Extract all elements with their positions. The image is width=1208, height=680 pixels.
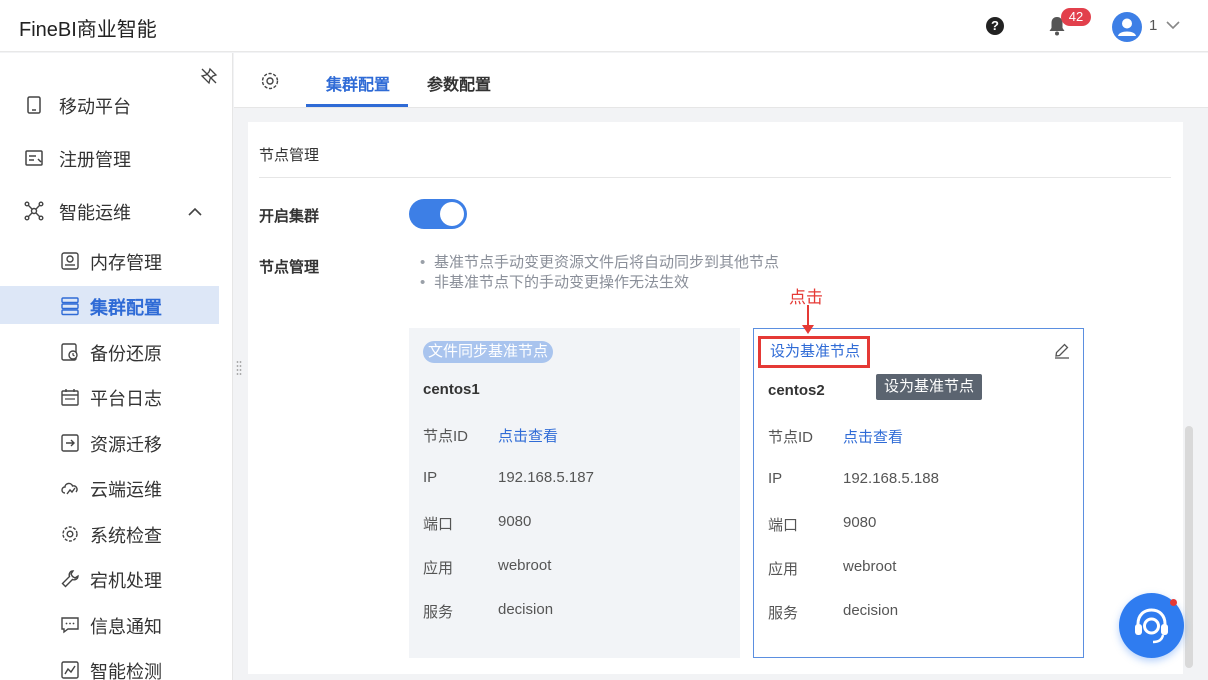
field-key: 服务 <box>423 604 454 621</box>
field-key: 应用 <box>423 560 454 577</box>
sidebar-item-backup-restore[interactable]: 备份还原 <box>0 332 219 370</box>
sidebar-item-label: 云端运维 <box>90 480 162 500</box>
sidebar: 移动平台 注册管理 智能运维 内存管理 集群配置 备份还原 平台日志 资源迁移 … <box>0 53 233 680</box>
field-value: decision <box>843 602 899 619</box>
field-key: 端口 <box>423 516 454 533</box>
chevron-up-icon[interactable] <box>187 204 203 220</box>
sidebar-item-label: 平台日志 <box>90 389 162 409</box>
sidebar-item-intelligent-ops[interactable]: 智能运维 <box>0 191 219 229</box>
node-tips: 基准节点手动变更资源文件后将自动同步到其他节点 非基准节点下的手动变更操作无法生… <box>420 253 779 293</box>
chart-detect-icon <box>61 661 79 679</box>
sidebar-item-label: 注册管理 <box>59 150 131 170</box>
sidebar-item-system-check[interactable]: 系统检查 <box>0 514 219 552</box>
register-icon <box>25 150 43 166</box>
toggle-knob <box>440 202 464 226</box>
node-card-centos2: 设为基准节点 centos2 设为基准节点 节点ID 点击查看 IP 192.1… <box>753 328 1084 658</box>
scrollbar[interactable] <box>1185 426 1193 668</box>
notification-count-badge: 42 <box>1061 8 1091 26</box>
main-panel: 节点管理 开启集群 节点管理 基准节点手动变更资源文件后将自动同步到其他节点 非… <box>248 122 1183 674</box>
sidebar-item-label: 内存管理 <box>90 253 162 273</box>
view-node-id-link[interactable]: 点击查看 <box>498 425 558 446</box>
sidebar-item-label: 移动平台 <box>59 97 131 117</box>
sidebar-item-label: 智能检测 <box>90 662 162 680</box>
sidebar-item-cluster-config[interactable]: 集群配置 <box>0 286 219 324</box>
cloud-icon <box>61 482 78 495</box>
sidebar-resize-handle[interactable] <box>236 360 242 378</box>
unpin-icon[interactable] <box>200 67 218 85</box>
sidebar-item-downtime[interactable]: 宕机处理 <box>0 559 219 597</box>
field-value: decision <box>498 601 554 618</box>
field-value: 9080 <box>843 514 877 531</box>
field-key: 应用 <box>768 561 799 578</box>
field-key: 服务 <box>768 605 799 622</box>
top-header: FineBI商业智能 ? 42 1 <box>0 0 1208 52</box>
calendar-log-icon <box>61 389 79 406</box>
field-value: webroot <box>843 558 897 575</box>
tab-cluster-config[interactable]: 集群配置 <box>326 71 390 95</box>
node-name: centos1 <box>423 381 480 398</box>
sidebar-item-label: 系统检查 <box>90 526 162 546</box>
sidebar-item-label: 智能运维 <box>59 203 131 223</box>
sidebar-item-platform-log[interactable]: 平台日志 <box>0 377 219 415</box>
network-icon <box>24 201 44 221</box>
gear-check-icon <box>62 526 78 542</box>
message-icon <box>61 617 79 634</box>
field-value: 192.168.5.187 <box>498 469 594 486</box>
tab-parameter-config[interactable]: 参数配置 <box>427 71 491 95</box>
set-base-node-link[interactable]: 设为基准节点 <box>758 336 870 368</box>
sidebar-item-label: 宕机处理 <box>90 571 162 591</box>
app-title: FineBI商业智能 <box>19 19 157 41</box>
field-key: IP <box>423 469 438 486</box>
edit-icon[interactable] <box>1053 341 1071 359</box>
sidebar-item-notifications[interactable]: 信息通知 <box>0 605 219 643</box>
sidebar-item-memory[interactable]: 内存管理 <box>0 241 219 279</box>
sidebar-item-label: 集群配置 <box>90 298 162 318</box>
sidebar-item-label: 信息通知 <box>90 617 162 637</box>
field-key: IP <box>768 470 783 487</box>
unread-dot <box>1170 599 1177 606</box>
sidebar-item-registration[interactable]: 注册管理 <box>0 138 219 176</box>
set-base-node-tooltip: 设为基准节点 <box>876 374 983 400</box>
node-card-centos1: 文件同步基准节点 centos1 节点ID 点击查看 IP 192.168.5.… <box>409 328 740 658</box>
sidebar-item-label: 备份还原 <box>90 344 162 364</box>
user-name: 1 <box>1149 17 1158 34</box>
avatar[interactable] <box>1112 12 1142 42</box>
field-value: 192.168.5.188 <box>843 470 939 487</box>
memory-icon <box>61 252 79 270</box>
cluster-icon <box>61 297 79 316</box>
divider <box>259 177 1171 178</box>
sidebar-item-cloud-ops[interactable]: 云端运维 <box>0 468 219 506</box>
node-management-label: 节点管理 <box>259 259 320 276</box>
cluster-toggle-label: 开启集群 <box>259 208 320 225</box>
tip-item: 基准节点手动变更资源文件后将自动同步到其他节点 <box>420 253 779 273</box>
migrate-icon <box>61 434 79 452</box>
field-value: webroot <box>498 557 552 574</box>
backup-icon <box>61 343 78 361</box>
field-key: 节点ID <box>423 428 469 445</box>
field-key: 节点ID <box>768 429 814 446</box>
field-key: 端口 <box>768 517 799 534</box>
tip-item: 非基准节点下的手动变更操作无法生效 <box>420 273 779 293</box>
view-node-id-link[interactable]: 点击查看 <box>843 426 903 447</box>
mobile-icon <box>27 96 41 114</box>
section-title: 节点管理 <box>259 147 320 164</box>
user-icon <box>1118 18 1136 36</box>
active-tab-indicator <box>306 104 408 107</box>
sidebar-item-label: 资源迁移 <box>90 435 162 455</box>
sidebar-item-mobile-platform[interactable]: 移动平台 <box>0 85 219 123</box>
sidebar-item-smart-detection[interactable]: 智能检测 <box>0 650 219 680</box>
base-node-badge: 文件同步基准节点 <box>423 341 554 363</box>
node-name: centos2 <box>768 382 825 399</box>
help-icon[interactable]: ? <box>986 17 1004 35</box>
tabs-bar: 集群配置 参数配置 <box>234 53 1208 108</box>
cluster-toggle[interactable] <box>409 199 467 229</box>
wrench-icon <box>61 570 79 588</box>
chevron-down-icon[interactable] <box>1165 17 1181 33</box>
sidebar-item-resource-migration[interactable]: 资源迁移 <box>0 423 219 461</box>
arrow-down-icon <box>802 305 814 334</box>
gear-icon[interactable] <box>260 71 280 91</box>
field-value: 9080 <box>498 513 532 530</box>
